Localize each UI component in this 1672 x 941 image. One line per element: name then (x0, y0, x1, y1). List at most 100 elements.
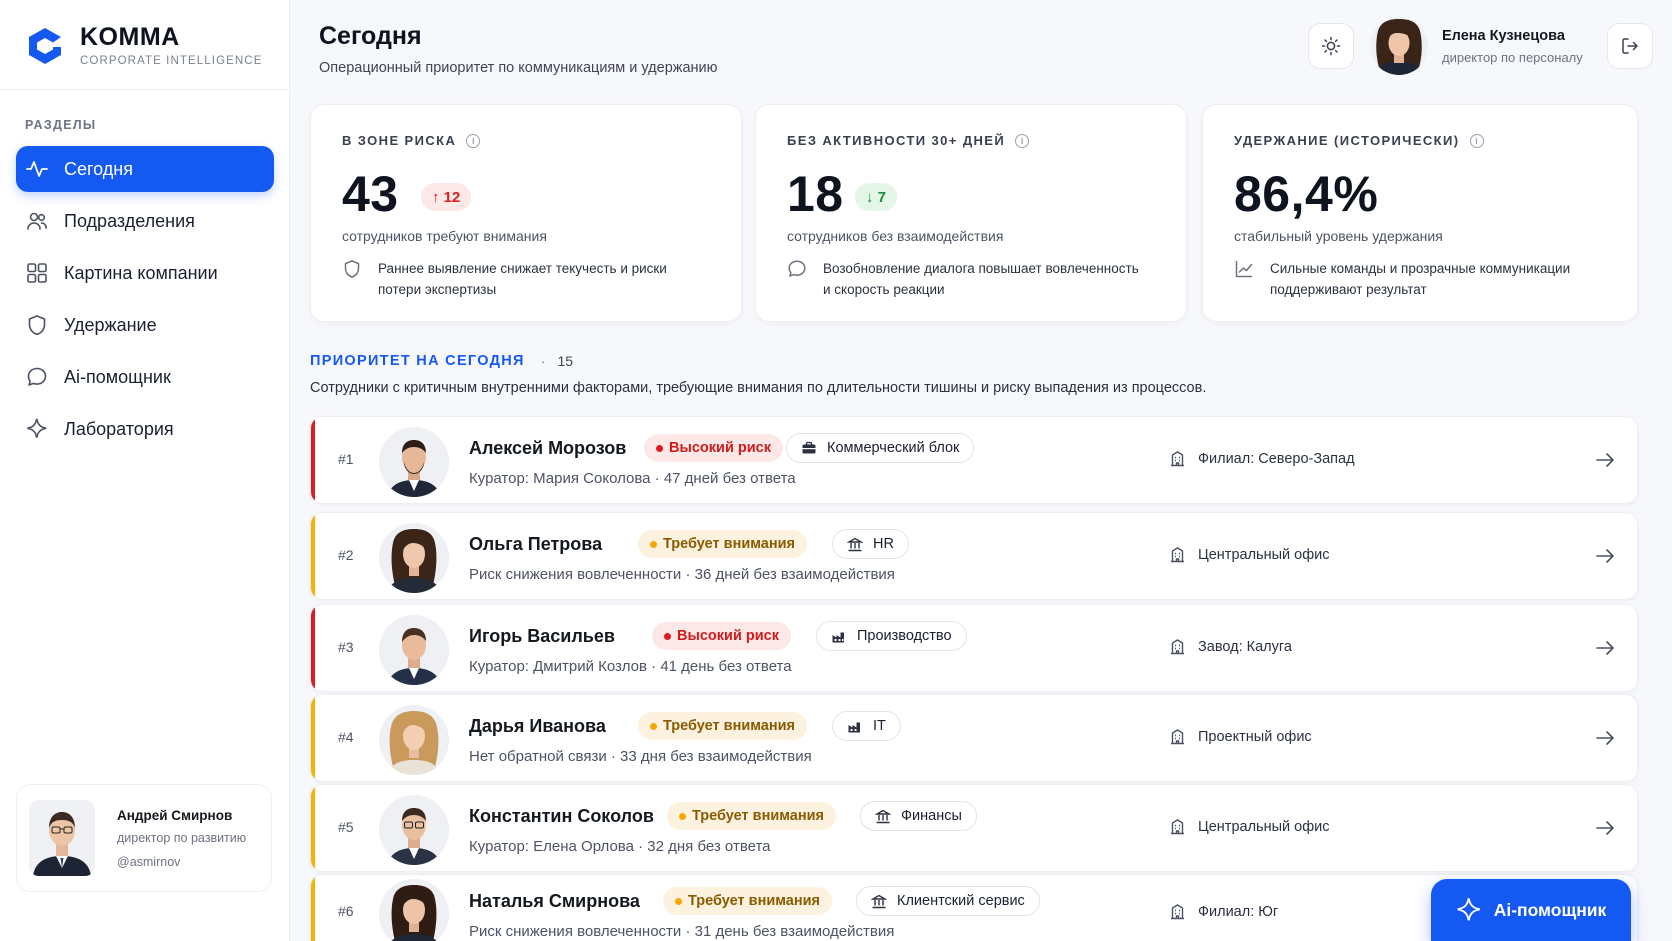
sidebar-item-label: Ai-помощник (64, 366, 171, 387)
info-icon[interactable]: i (466, 133, 481, 148)
priority-row[interactable]: #3 Игорь Васильев Высокий риск Производс… (310, 604, 1638, 692)
pulse-icon (26, 158, 48, 180)
employee-meta: Куратор: Мария Соколова · 47 дней без от… (469, 470, 796, 487)
status-badge: Требует внимания (638, 712, 807, 740)
stat-value: 18 (787, 166, 844, 222)
user-name: Андрей Смирнов (117, 807, 233, 823)
grid-icon (26, 262, 48, 284)
brand[interactable]: KOMMA CORPORATE INTELLIGENCE (24, 24, 262, 67)
priority-row[interactable]: #2 Ольга Петрова Требует внимания HR Рис… (310, 512, 1638, 600)
ai-assistant-button[interactable]: Ai-помощник (1431, 879, 1631, 941)
page-title: Сегодня (319, 22, 422, 50)
priority-row[interactable]: #1 Алексей Морозов Высокий риск Коммерче… (310, 416, 1638, 504)
shield-icon (344, 260, 360, 278)
stat-value: 43 (342, 166, 399, 222)
sidebar-item-ai-assistant[interactable]: Ai-помощник (16, 354, 274, 400)
stat-label: УДЕРЖАНИЕ (ИСТОРИЧЕСКИ) (1234, 133, 1460, 148)
current-user-card[interactable]: Андрей Смирнов директор по развитию @asm… (16, 784, 272, 892)
arrow-right-icon[interactable] (1594, 545, 1616, 567)
arrow-up-icon: ↑ (432, 188, 440, 206)
status-badge: Высокий риск (652, 622, 791, 650)
sidebar-item-departments[interactable]: Подразделения (16, 198, 274, 244)
sidebar-item-lab[interactable]: Лаборатория (16, 406, 274, 452)
employee-meta: Куратор: Елена Орлова · 32 дня без ответ… (469, 838, 771, 855)
risk-indicator (311, 605, 315, 691)
arrow-right-icon[interactable] (1594, 727, 1616, 749)
sidebar-item-company-picture[interactable]: Картина компании (16, 250, 274, 296)
sidebar-item-label: Картина компании (64, 262, 218, 283)
department-chip[interactable]: Коммерческий блок (786, 433, 975, 463)
avatar (379, 427, 449, 497)
nav-caption: РАЗДЕЛЫ (25, 118, 97, 132)
trend-icon (1235, 260, 1253, 278)
location: Центральный офис (1169, 818, 1329, 835)
priority-description: Сотрудники с критичным внутренними факто… (310, 380, 1207, 396)
theme-toggle-button[interactable] (1308, 23, 1354, 69)
avatar (379, 523, 449, 593)
logout-button[interactable] (1607, 23, 1653, 69)
sidebar-item-label: Сегодня (64, 158, 133, 179)
location: Центральный офис (1169, 546, 1329, 563)
sidebar-item-retention[interactable]: Удержание (16, 302, 274, 348)
row-rank: #6 (338, 903, 354, 919)
department-chip[interactable]: Финансы (860, 801, 977, 831)
stat-note: Раннее выявление снижает текучесть и рис… (342, 258, 702, 300)
stat-card-risk[interactable]: В ЗОНЕ РИСКА i 43 ↑ 12 сотрудников требу… (310, 104, 742, 322)
arrow-right-icon[interactable] (1594, 449, 1616, 471)
priority-row[interactable]: #4 Дарья Иванова Требует внимания IT Нет… (310, 694, 1638, 782)
priority-row[interactable]: #5 Константин Соколов Требует внимания Ф… (310, 784, 1638, 872)
status-badge: Высокий риск (644, 434, 783, 462)
department-chip[interactable]: Клиентский сервис (856, 886, 1040, 916)
bank-icon (871, 894, 887, 909)
sidebar-item-label: Подразделения (64, 210, 195, 231)
info-icon[interactable]: i (1469, 133, 1484, 148)
stat-delta-badge: ↑ 12 (421, 183, 472, 211)
building-icon (1171, 451, 1184, 467)
priority-header: ПРИОРИТЕТ НА СЕГОДНЯ · 15 (310, 353, 574, 369)
logout-icon (1622, 38, 1638, 54)
department-chip[interactable]: Производство (816, 621, 967, 651)
sidebar: KOMMA CORPORATE INTELLIGENCE РАЗДЕЛЫ Сег… (0, 0, 290, 941)
info-icon[interactable]: i (1015, 133, 1030, 148)
shield-icon (26, 314, 48, 336)
sidebar-item-today[interactable]: Сегодня (16, 146, 274, 192)
employee-name: Ольга Петрова (469, 534, 603, 554)
stat-description: сотрудников требуют внимания (342, 228, 547, 244)
komma-logo-icon (29, 27, 61, 64)
header-user[interactable]: Елена Кузнецова директор по персоналу (1370, 17, 1583, 75)
arrow-right-icon[interactable] (1594, 817, 1616, 839)
stat-note: Возобновление диалога повышает вовлеченн… (787, 258, 1147, 300)
chat-icon (788, 260, 806, 277)
priority-title: ПРИОРИТЕТ НА СЕГОДНЯ (310, 353, 525, 369)
building-icon (1171, 819, 1184, 835)
status-badge: Требует внимания (663, 887, 832, 915)
stat-note: Сильные команды и прозрачные коммуникаци… (1234, 258, 1594, 300)
status-badge: Требует внимания (667, 802, 836, 830)
employee-meta: Нет обратной связи · 33 дня без взаимоде… (469, 748, 812, 765)
avatar (1370, 17, 1428, 75)
avatar (379, 615, 449, 685)
arrow-right-icon[interactable] (1594, 637, 1616, 659)
department-chip[interactable]: HR (832, 529, 909, 559)
brand-name: KOMMA (80, 23, 180, 51)
employee-name: Наталья Смирнова (469, 891, 640, 911)
employee-name: Константин Соколов (469, 806, 654, 826)
avatar (29, 800, 95, 876)
avatar (379, 795, 449, 865)
stat-card-retention[interactable]: УДЕРЖАНИЕ (ИСТОРИЧЕСКИ) i 86,4% стабильн… (1202, 104, 1638, 322)
location: Филиал: Юг (1169, 903, 1278, 920)
risk-indicator (311, 875, 315, 941)
department-chip[interactable]: IT (832, 711, 901, 741)
status-badge: Требует внимания (638, 530, 807, 558)
user-handle: @asmirnov (117, 854, 181, 869)
building-icon (1171, 639, 1184, 655)
chat-icon (26, 366, 48, 388)
avatar (379, 705, 449, 775)
arrow-down-icon: ↓ (866, 188, 874, 206)
stat-card-inactive[interactable]: БЕЗ АКТИВНОСТИ 30+ ДНЕЙ i 18 ↓ 7 сотрудн… (755, 104, 1187, 322)
location: Филиал: Северо-Запад (1169, 450, 1355, 467)
stat-label: В ЗОНЕ РИСКА (342, 133, 457, 148)
server-icon (848, 722, 860, 733)
stat-label: БЕЗ АКТИВНОСТИ 30+ ДНЕЙ (787, 133, 1006, 148)
divider (0, 89, 290, 90)
